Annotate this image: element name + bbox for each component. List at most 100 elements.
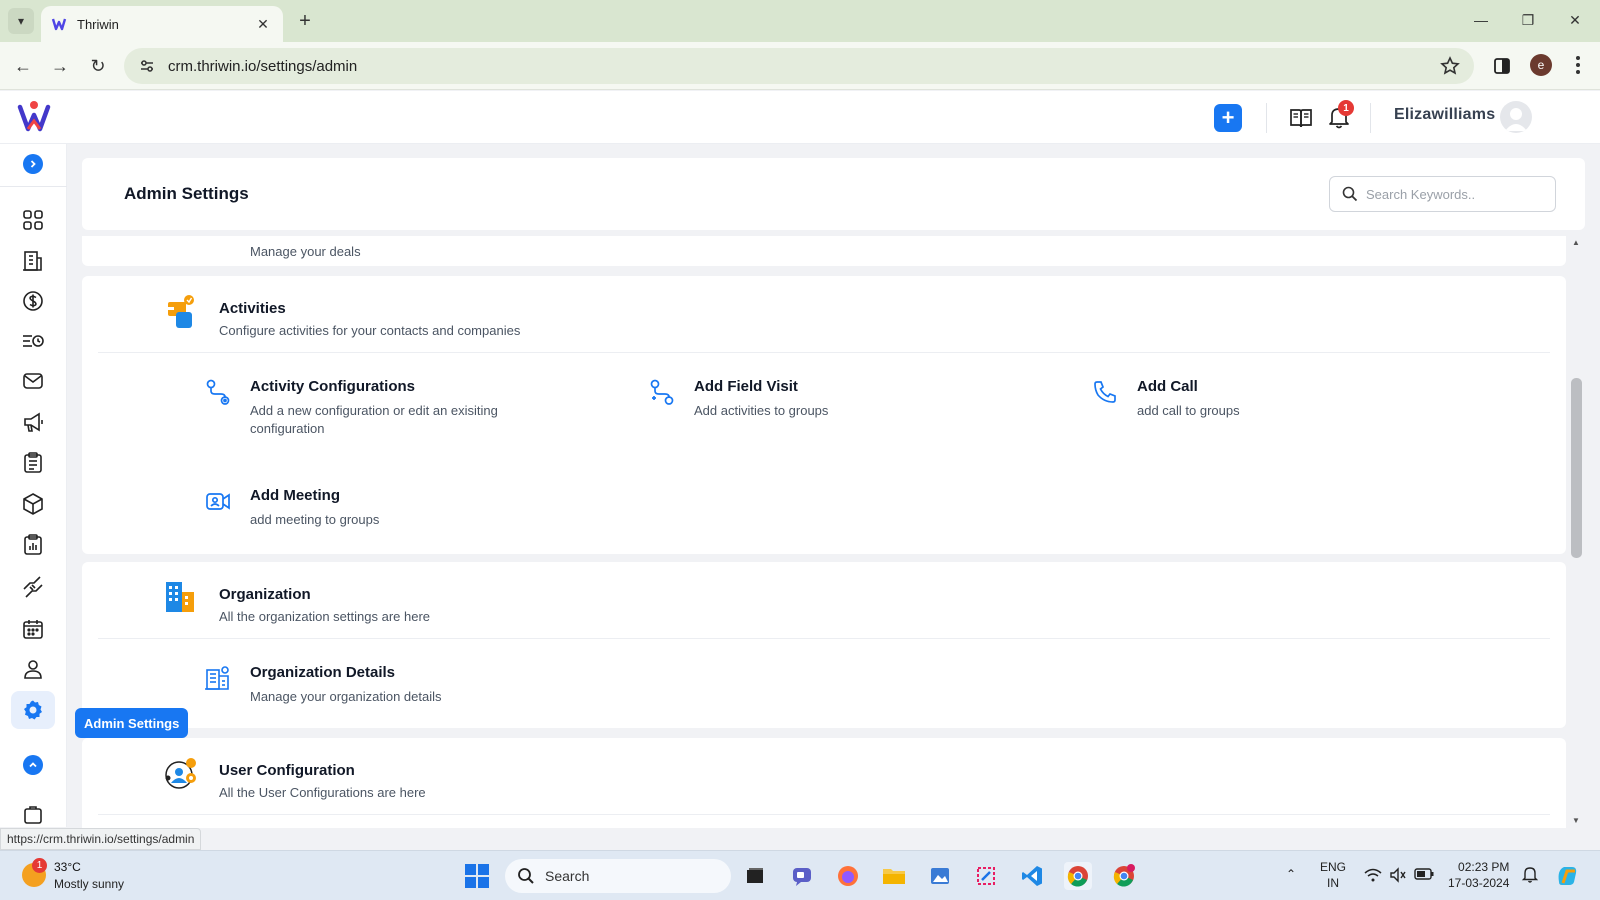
dashboard-icon[interactable] (19, 206, 47, 234)
item-title: Activity Configurations (250, 378, 416, 395)
file-explorer-icon[interactable] (880, 862, 908, 890)
copilot-icon[interactable] (1554, 862, 1580, 891)
system-clock[interactable]: 02:23 PM 17-03-2024 (1448, 859, 1509, 891)
scrollbar-thumb[interactable] (1571, 378, 1582, 558)
scroll-up-arrow-icon[interactable]: ▲ (1572, 238, 1580, 247)
wifi-icon[interactable] (1364, 867, 1382, 886)
deals-subtitle: Manage your deals (250, 244, 361, 259)
tab-close-icon[interactable]: ✕ (253, 16, 273, 33)
thriwin-favicon-icon (51, 16, 67, 32)
clock-date: 17-03-2024 (1448, 876, 1510, 890)
deals-card: Manage your deals (82, 236, 1566, 266)
page-header: Admin Settings (82, 158, 1585, 230)
chrome-profile-icon[interactable] (1110, 862, 1138, 890)
content-scrollbar[interactable]: ▲ ▼ (1569, 236, 1583, 828)
window-close-icon[interactable]: ✕ (1560, 8, 1590, 32)
notification-count-badge: 1 (1338, 100, 1354, 116)
photos-icon[interactable] (926, 862, 954, 890)
quick-add-button[interactable]: + (1214, 104, 1242, 132)
minimize-icon[interactable]: — (1466, 8, 1496, 32)
search-icon (518, 868, 534, 884)
sidebar-more-icon[interactable] (19, 804, 47, 826)
activities-card: Activities Configure activities for your… (82, 276, 1566, 554)
vscode-icon[interactable] (1018, 862, 1046, 890)
show-hidden-icons-chevron-icon[interactable]: ⌃ (1286, 867, 1296, 881)
reload-icon[interactable]: ↻ (86, 54, 110, 78)
thriwin-logo-icon[interactable] (16, 99, 52, 135)
calendar-icon[interactable] (19, 615, 47, 643)
language-indicator[interactable]: ENG IN (1320, 859, 1346, 891)
username[interactable]: Elizawilliams (1394, 106, 1495, 124)
notification-center-icon[interactable] (1521, 865, 1539, 886)
app-header: + 1 Elizawilliams (0, 91, 1600, 144)
user-configuration-icon (162, 754, 198, 790)
phone-icon (1091, 378, 1119, 406)
search-field[interactable] (1329, 176, 1556, 212)
url-text: crm.thriwin.io/settings/admin (168, 57, 358, 75)
address-bar[interactable]: crm.thriwin.io/settings/admin (124, 48, 1474, 84)
user-configuration-subtitle: All the User Configurations are here (219, 785, 426, 800)
item-title: Organization Details (250, 664, 396, 681)
building-icon[interactable] (19, 247, 47, 275)
side-panel-icon[interactable] (1492, 56, 1512, 76)
user-icon[interactable] (19, 655, 47, 683)
knowledge-book-icon[interactable] (1288, 105, 1314, 131)
dollar-icon[interactable] (19, 287, 47, 315)
handshake-icon[interactable] (19, 573, 47, 601)
taskbar-search[interactable]: Search (505, 859, 731, 893)
megaphone-icon[interactable] (19, 408, 47, 436)
weather-alert-badge: 1 (32, 858, 47, 873)
item-description: Add activities to groups (694, 403, 829, 418)
section-divider (98, 352, 1550, 353)
page-title: Admin Settings (124, 184, 249, 203)
clock-time: 02:23 PM (1458, 860, 1510, 874)
scroll-down-arrow-icon[interactable]: ▼ (1572, 816, 1580, 825)
forward-icon[interactable]: → (48, 54, 72, 78)
header-divider (1266, 103, 1267, 133)
tab-title: Thriwin (77, 16, 119, 32)
os-taskbar: 1 33°C Mostly sunny Search ⌃ ENG IN 02:2… (0, 850, 1600, 900)
weather-description[interactable]: Mostly sunny (54, 877, 124, 891)
field-visit-route-icon (648, 378, 676, 406)
user-avatar[interactable] (1500, 101, 1532, 133)
volume-muted-icon[interactable] (1389, 867, 1407, 886)
item-description: add call to groups (1137, 403, 1240, 418)
taskbar-search-label: Search (545, 868, 590, 884)
organization-details-icon (204, 664, 232, 692)
snipping-tool-icon[interactable] (972, 862, 1000, 890)
tab-search-dropdown-icon[interactable]: ▾ (8, 8, 34, 34)
browser-menu-icon[interactable] (1570, 54, 1586, 76)
admin-settings-gear-icon[interactable] (11, 691, 55, 729)
battery-icon[interactable] (1414, 867, 1434, 884)
browser-profile-avatar[interactable]: e (1530, 54, 1552, 76)
back-icon[interactable]: ← (11, 54, 35, 78)
activity-list-icon[interactable] (19, 327, 47, 355)
sidebar-tooltip: Admin Settings (75, 708, 189, 738)
report-icon[interactable] (19, 531, 47, 559)
sidebar-scroll-up-icon[interactable] (23, 755, 43, 775)
restore-icon[interactable]: ❐ (1513, 8, 1543, 32)
checklist-icon[interactable] (19, 449, 47, 477)
sidebar-divider (0, 186, 67, 187)
section-divider (98, 814, 1550, 815)
mail-icon[interactable] (19, 367, 47, 395)
item-title: Add Field Visit (694, 378, 798, 395)
chrome-icon[interactable] (1064, 862, 1092, 890)
search-input[interactable] (1366, 186, 1536, 202)
teams-chat-icon[interactable] (788, 862, 816, 890)
header-divider (1370, 103, 1371, 133)
box-icon[interactable] (19, 490, 47, 518)
firefox-icon[interactable] (834, 862, 862, 890)
bookmark-star-icon[interactable] (1440, 56, 1460, 76)
site-info-icon[interactable] (138, 57, 156, 75)
windows-start-icon[interactable] (464, 863, 490, 889)
browser-tab[interactable]: Thriwin ✕ (41, 6, 283, 42)
browser-toolbar: ← → ↻ crm.thriwin.io/settings/admin e (0, 42, 1600, 90)
item-title: Add Meeting (250, 487, 340, 504)
new-tab-icon[interactable]: + (294, 10, 316, 32)
organization-subtitle: All the organization settings are here (219, 609, 431, 624)
sidebar-expand-icon[interactable] (23, 154, 43, 174)
task-view-icon[interactable] (741, 862, 769, 890)
weather-temperature[interactable]: 33°C (54, 860, 81, 874)
settings-scroll-area[interactable]: Manage your deals Activities Configure a… (82, 236, 1568, 828)
